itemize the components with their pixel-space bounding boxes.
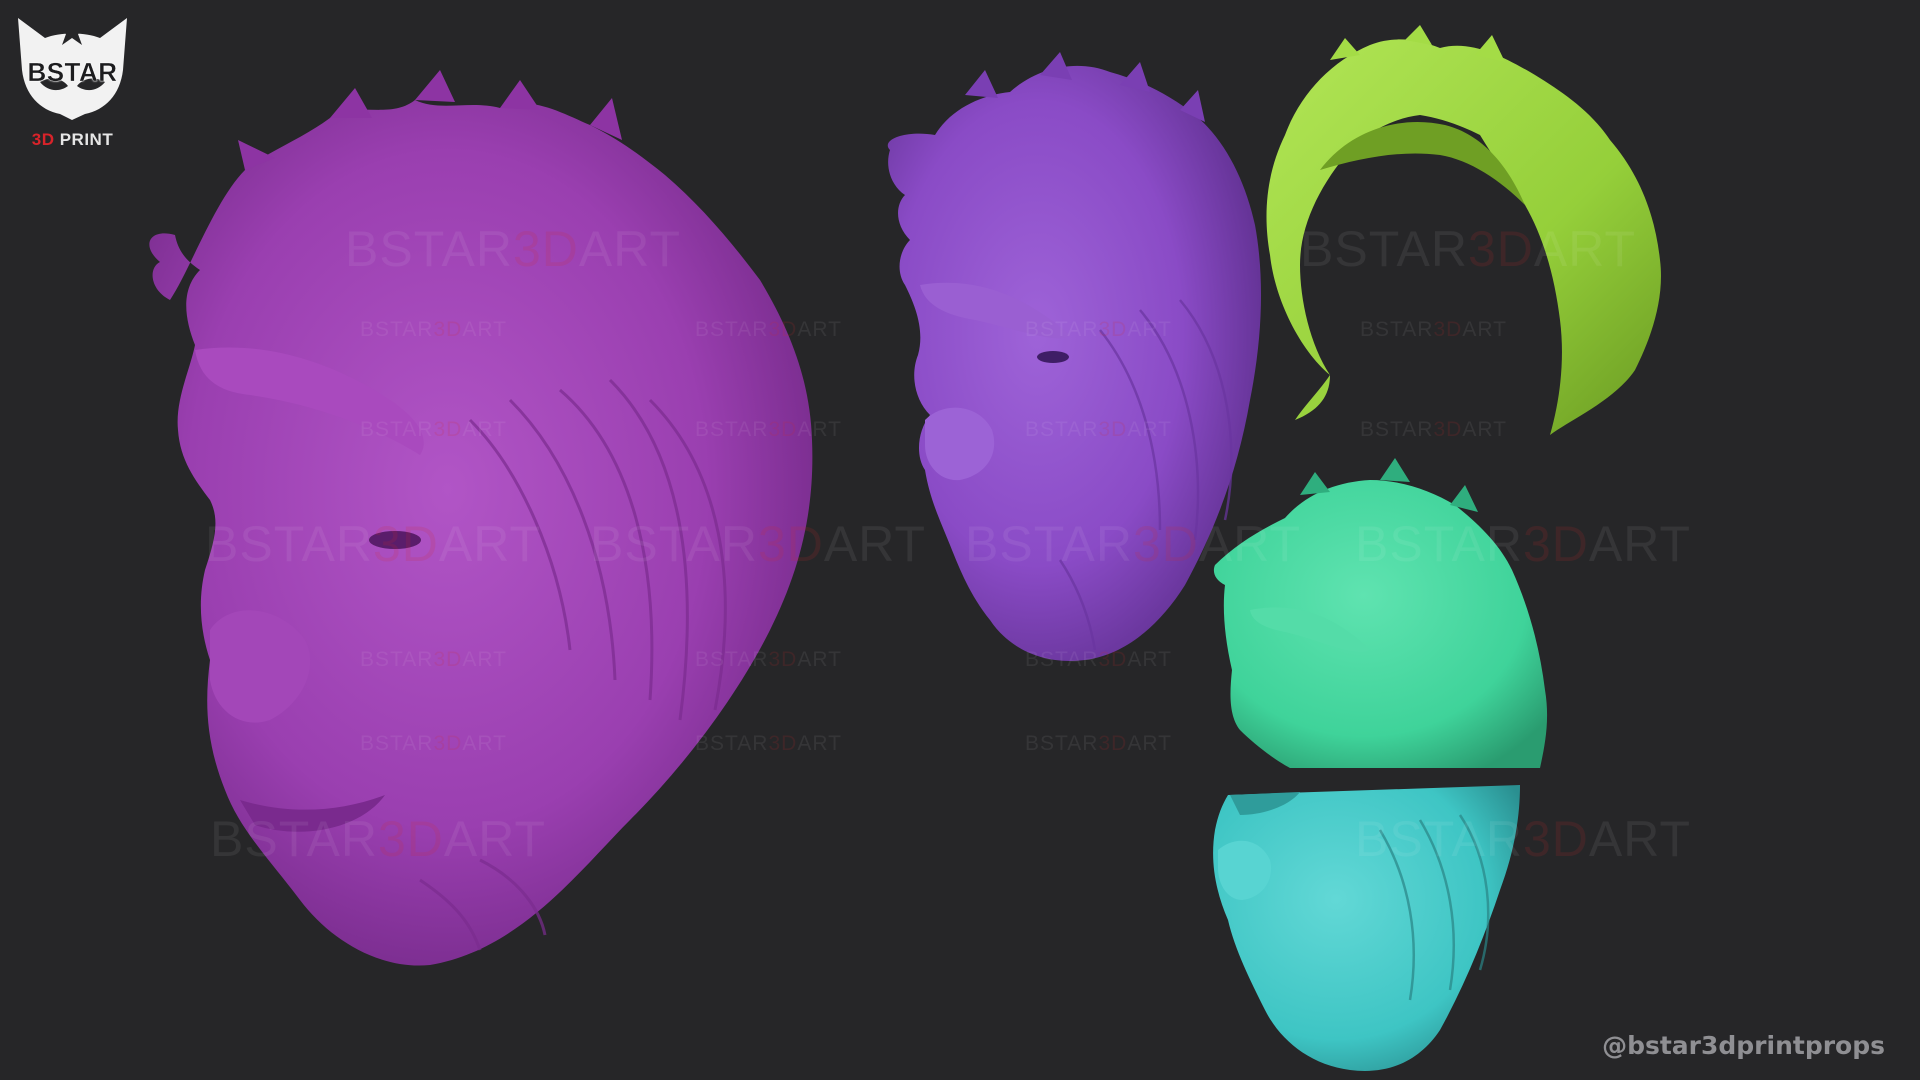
watermark: BSTAR3DART bbox=[360, 648, 507, 671]
brand-logo: BSTAR 3D PRINT bbox=[10, 10, 135, 149]
watermark: BSTAR3DART bbox=[345, 221, 682, 277]
watermark: BSTAR3DART bbox=[1025, 318, 1172, 341]
watermark: BSTAR3DART bbox=[695, 418, 842, 441]
watermark: BSTAR3DART bbox=[695, 648, 842, 671]
watermark: BSTAR3DART bbox=[695, 318, 842, 341]
watermark: BSTAR3DART bbox=[590, 516, 927, 572]
watermark: BSTAR3DART bbox=[1025, 418, 1172, 441]
watermark: BSTAR3DART bbox=[205, 516, 542, 572]
watermark: BSTAR3DART bbox=[360, 318, 507, 341]
watermark: BSTAR3DART bbox=[1355, 516, 1692, 572]
logo-tagline: 3D PRINT bbox=[31, 130, 114, 149]
watermark: BSTAR3DART bbox=[1025, 732, 1172, 755]
watermark: BSTAR3DART bbox=[1300, 221, 1637, 277]
watermark: BSTAR3DART bbox=[360, 418, 507, 441]
watermark: BSTAR3DART bbox=[1360, 418, 1507, 441]
watermark: BSTAR3DART bbox=[1360, 318, 1507, 341]
watermark: BSTAR3DART bbox=[1355, 811, 1692, 867]
watermark: BSTAR3DART bbox=[1025, 648, 1172, 671]
watermark: BSTAR3DART bbox=[210, 811, 547, 867]
watermark: BSTAR3DART bbox=[965, 516, 1302, 572]
upper-face-model bbox=[1213, 458, 1548, 768]
social-handle: @bstar3dprintprops bbox=[1602, 1031, 1885, 1060]
logo-name: BSTAR bbox=[27, 57, 118, 87]
watermark: BSTAR3DART bbox=[360, 732, 507, 755]
watermark: BSTAR3DART bbox=[695, 732, 842, 755]
